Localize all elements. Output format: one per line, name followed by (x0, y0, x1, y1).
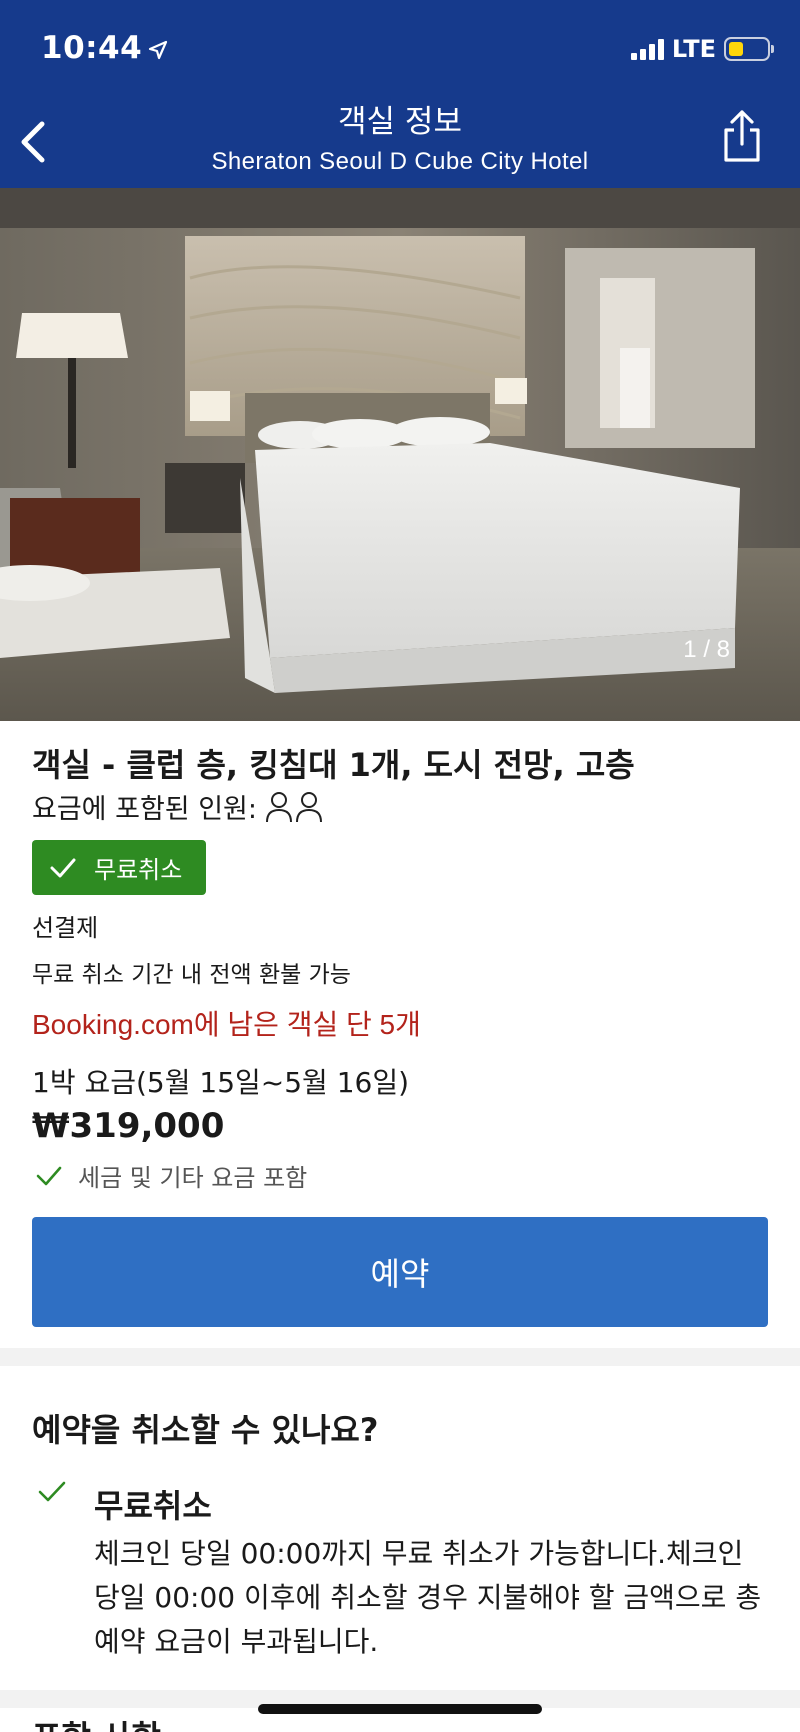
included-heading: 포함 사항 (32, 1712, 161, 1732)
guests-label: 요금에 포함된 인원: (32, 794, 257, 825)
share-button[interactable] (720, 108, 764, 164)
hotel-name: Sheraton Seoul D Cube City Hotel (211, 148, 589, 175)
free-cancellation-label: 무료취소 (94, 856, 183, 884)
status-indicators: LTE (630, 34, 774, 64)
location-arrow-icon (148, 32, 168, 68)
room-title: 객실 - 클럽 층, 킹침대 1개, 도시 전망, 고층 (32, 746, 635, 784)
guest-icons (265, 791, 323, 823)
cancellation-heading: 예약을 취소할 수 있나요? (32, 1411, 379, 1449)
person-icon (265, 791, 292, 822)
refund-note: 무료 취소 기간 내 전액 환불 가능 (32, 962, 351, 988)
room-price: ₩319,000 (32, 1106, 225, 1146)
person-icon (295, 791, 322, 822)
room-photo-image (0, 188, 800, 721)
home-indicator[interactable] (258, 1704, 542, 1714)
check-icon (50, 858, 76, 877)
check-icon (36, 1166, 62, 1185)
cancellation-subheading: 무료취소 (94, 1487, 212, 1525)
guests-row: 요금에 포함된 인원: (32, 787, 323, 826)
free-cancellation-badge: 무료취소 (32, 840, 206, 895)
cancellation-policy-text: 체크인 당일 00:00까지 무료 취소가 가능합니다.체크인 당일 00:00… (94, 1537, 762, 1658)
photo-counter: 1 / 8 (683, 636, 730, 663)
book-button[interactable]: 예약 (32, 1217, 768, 1327)
cellular-signal-icon (630, 38, 664, 60)
battery-icon (724, 37, 774, 61)
night-rate-label: 1박 요금(5월 15일~5월 16일) (32, 1066, 410, 1099)
section-divider (0, 1348, 800, 1366)
room-photo[interactable] (0, 188, 800, 721)
check-icon (38, 1480, 66, 1508)
tax-note: 세금 및 기타 요금 포함 (36, 1158, 307, 1193)
payment-type: 선결제 (32, 914, 99, 942)
network-type: LTE (671, 35, 716, 63)
page-title: 객실 정보 (338, 104, 462, 140)
status-time: 10:44 (41, 30, 168, 68)
app-header: 10:44 LTE 객실 정보 Sheraton Seoul D Cube Ci… (0, 0, 800, 188)
rooms-left-notice: Booking.com에 남은 객실 단 5개 (32, 1009, 421, 1040)
tax-note-text: 세금 및 기타 요금 포함 (78, 1164, 308, 1192)
share-icon (724, 110, 760, 162)
